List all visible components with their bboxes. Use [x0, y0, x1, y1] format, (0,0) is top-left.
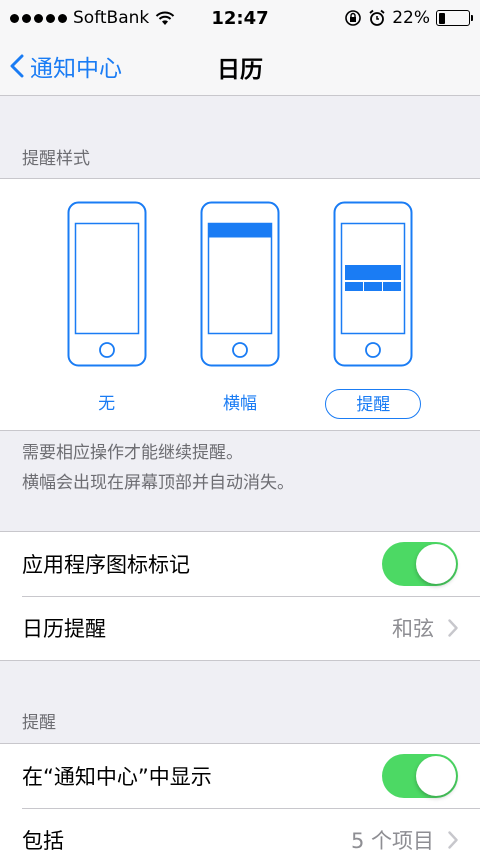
- style-option-banner[interactable]: 横幅: [185, 201, 295, 419]
- sound-value: 和弦: [392, 617, 434, 641]
- status-right: 22%: [290, 8, 473, 28]
- status-bar: SoftBank 12:47 22%: [0, 0, 480, 36]
- carrier-name: SoftBank: [73, 8, 150, 28]
- alert-style-options: 无 横幅 提醒: [0, 179, 480, 419]
- style-alert-label: 提醒: [325, 389, 422, 419]
- badge-label: 应用程序图标标记: [22, 553, 190, 577]
- phone-alert-icon: [333, 201, 413, 367]
- alarm-icon: [369, 9, 385, 26]
- battery-percent: 22%: [392, 8, 430, 28]
- toggle-knob: [416, 756, 456, 796]
- rotation-lock-icon: [345, 10, 362, 26]
- reminders-header: 提醒: [22, 713, 56, 733]
- style-option-none[interactable]: 无: [52, 201, 162, 419]
- status-left: SoftBank: [10, 8, 190, 28]
- badge-row: 应用程序图标标记: [0, 532, 480, 596]
- style-none-label: 无: [98, 394, 116, 414]
- navigation-bar: 通知中心 日历: [0, 36, 480, 96]
- show-in-nc-row: 在“通知中心”中显示: [0, 744, 480, 808]
- badge-toggle[interactable]: [382, 542, 458, 586]
- show-in-nc-toggle[interactable]: [382, 754, 458, 798]
- include-value: 5 个项目: [350, 829, 434, 853]
- sound-row[interactable]: 日历提醒 和弦: [0, 596, 480, 660]
- alert-style-footer: 需要相应操作才能继续提醒。 横幅会出现在屏幕顶部并自动消失。: [22, 438, 294, 498]
- phone-banner-icon: [200, 201, 280, 367]
- alert-style-block: 无 横幅 提醒: [0, 178, 480, 431]
- phone-none-icon: [67, 201, 147, 367]
- footer-line-2: 横幅会出现在屏幕顶部并自动消失。: [22, 473, 294, 493]
- wifi-icon: [156, 11, 175, 25]
- toggle-knob: [416, 544, 456, 584]
- include-row[interactable]: 包括 5 个项目: [0, 808, 480, 853]
- chevron-right-icon: [448, 619, 458, 637]
- settings-group-1: 应用程序图标标记 日历提醒 和弦: [0, 531, 480, 661]
- alert-style-header: 提醒样式: [22, 149, 90, 169]
- style-option-alert[interactable]: 提醒: [318, 201, 428, 419]
- chevron-right-icon: [448, 831, 458, 849]
- page-title: 日历: [217, 57, 263, 83]
- signal-icon: [10, 13, 67, 23]
- include-value-group: 5 个项目: [351, 825, 458, 853]
- style-banner-label: 横幅: [222, 394, 257, 414]
- include-label: 包括: [22, 829, 64, 853]
- status-time: 12:47: [211, 7, 269, 29]
- settings-group-2: 在“通知中心”中显示 包括 5 个项目: [0, 743, 480, 853]
- sound-label: 日历提醒: [22, 617, 106, 641]
- footer-line-1: 需要相应操作才能继续提醒。: [22, 443, 243, 463]
- show-in-nc-label: 在“通知中心”中显示: [22, 765, 212, 789]
- sound-value-group: 和弦: [392, 613, 458, 643]
- battery-icon: [436, 10, 473, 26]
